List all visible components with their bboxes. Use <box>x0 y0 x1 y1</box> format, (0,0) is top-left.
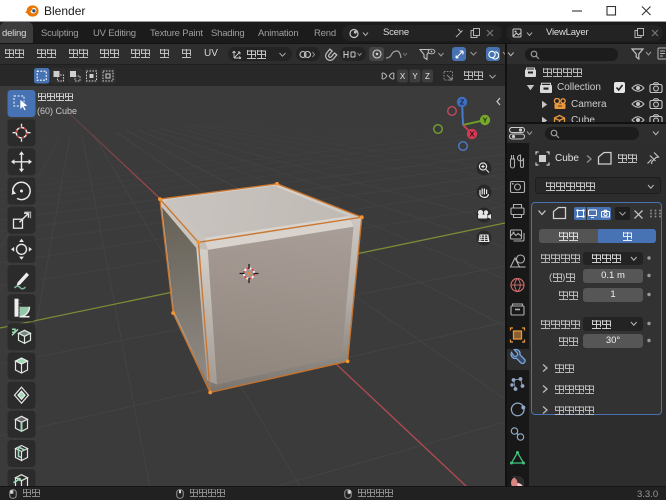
svg-text:Z: Z <box>425 72 430 81</box>
svg-text:X: X <box>469 130 474 139</box>
svg-text:Y: Y <box>482 116 487 125</box>
svg-text:Y: Y <box>412 72 418 81</box>
svg-text:X: X <box>400 72 406 81</box>
svg-text:Z: Z <box>460 98 465 107</box>
